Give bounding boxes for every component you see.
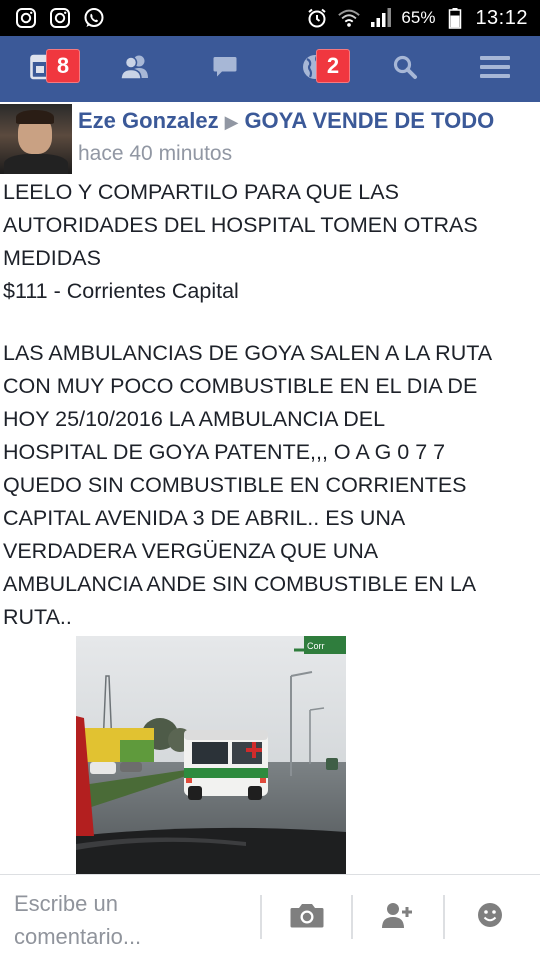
avatar[interactable] [0,104,72,174]
comment-bar-divider [260,895,262,939]
instagram-icon [14,6,38,30]
nav-notifications[interactable]: 2 [280,36,350,102]
comment-bar: Escribe un comentario... [0,874,540,960]
nav-messages[interactable] [190,36,260,102]
add-friend-icon [381,901,415,934]
emoji-icon [476,901,504,934]
emoji-button[interactable] [468,899,512,935]
chat-icon [212,55,238,84]
menu-icon [479,54,511,85]
camera-button[interactable] [285,899,329,935]
comment-bar-divider [443,895,445,939]
street-sign-text: Corr [307,641,325,651]
wifi-icon [337,6,361,30]
battery-icon [443,6,467,30]
post-photo[interactable]: Corr [76,636,346,874]
post-author-line: Eze Gonzalez ▶ GOYA VENDE DE TODO [78,108,494,134]
group-name[interactable]: GOYA VENDE DE TODO [244,108,494,133]
nav-news-feed[interactable]: 8 [10,36,80,102]
facebook-nav-bar: 8 2 [0,36,540,102]
notifications-badge: 2 [316,49,350,83]
comment-bar-divider [351,895,353,939]
share-arrow-icon: ▶ [224,112,239,132]
post-text-paragraph: LEELO Y COMPARTILO PARA QUE LAS AUTORIDA… [3,180,478,303]
post-text-paragraph: LAS AMBULANCIAS DE GOYA SALEN A LA RUTA … [3,341,493,629]
signal-icon [369,6,393,30]
clock: 13:12 [475,6,528,29]
status-bar-system: 65% 13:12 [305,6,540,30]
nav-search[interactable] [370,36,440,102]
camera-icon [289,901,325,934]
nav-menu[interactable] [460,36,530,102]
friends-icon [119,54,151,85]
post-timestamp[interactable]: hace 40 minutos [78,142,232,166]
battery-percent: 65% [401,8,436,27]
status-bar-notifications [0,6,106,30]
comment-input[interactable]: Escribe un comentario... [14,887,244,953]
post-body: LEELO Y COMPARTILO PARA QUE LAS AUTORIDA… [3,176,537,634]
post-header: Eze Gonzalez ▶ GOYA VENDE DE TODO hace 40 … [0,102,540,174]
search-icon [392,54,418,85]
news-feed-badge: 8 [46,49,80,83]
status-bar: 65% 13:12 [0,0,540,36]
whatsapp-icon [82,6,106,30]
instagram-icon [48,6,72,30]
author-name[interactable]: Eze Gonzalez [78,108,219,133]
tag-friend-button[interactable] [376,899,420,935]
alarm-icon [305,6,329,30]
nav-friends[interactable] [100,36,170,102]
